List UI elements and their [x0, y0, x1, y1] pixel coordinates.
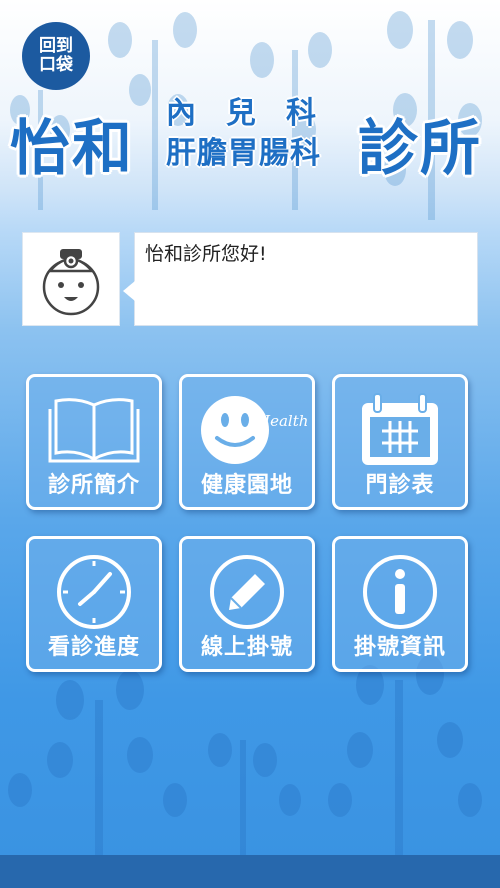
registration-info-label: 掛號資訊	[353, 635, 446, 660]
clinic-intro-label: 診所簡介	[47, 473, 140, 498]
clinic-schedule-button[interactable]: 門診表	[332, 374, 468, 510]
pencil-icon	[210, 555, 284, 629]
health-icon-text: Health	[256, 412, 307, 430]
greeting-bubble: 怡和診所您好!	[123, 232, 478, 326]
clinic-intro-button[interactable]: 診所簡介	[26, 374, 162, 510]
clock-icon	[57, 555, 131, 629]
online-registration-label: 線上掛號	[200, 635, 293, 660]
back-to-pocket-button[interactable]: 回到 口袋	[22, 22, 90, 90]
health-corner-label: 健康園地	[200, 473, 293, 498]
department-line-2: 肝膽胃腸科	[166, 136, 321, 171]
back-button-line1: 回到	[39, 36, 73, 56]
registration-info-button[interactable]: 掛號資訊	[332, 536, 468, 672]
smiley-face-icon: Health	[201, 396, 307, 464]
online-registration-button[interactable]: 線上掛號	[179, 536, 315, 672]
doctor-mascot-icon	[42, 249, 100, 316]
background-trees-bottom	[8, 655, 482, 860]
calendar-icon	[362, 393, 438, 465]
health-corner-button[interactable]: Health 健康園地	[179, 374, 315, 510]
clinic-schedule-label: 門診表	[365, 473, 435, 498]
clinic-name: 怡和	[10, 114, 134, 184]
consultation-progress-label: 看診進度	[47, 635, 140, 660]
clinic-suffix: 診所	[358, 114, 482, 184]
info-icon	[363, 555, 437, 629]
open-book-icon	[48, 398, 140, 463]
greeting-text: 怡和診所您好!	[145, 243, 267, 265]
footer-bar	[0, 855, 500, 888]
avatar	[22, 232, 120, 326]
department-line-1: 內兒科	[166, 96, 346, 131]
clinic-title: 怡和 內兒科 肝膽胃腸科 診所	[0, 88, 500, 184]
consultation-progress-button[interactable]: 看診進度	[26, 536, 162, 672]
back-button-line2: 口袋	[39, 55, 73, 75]
